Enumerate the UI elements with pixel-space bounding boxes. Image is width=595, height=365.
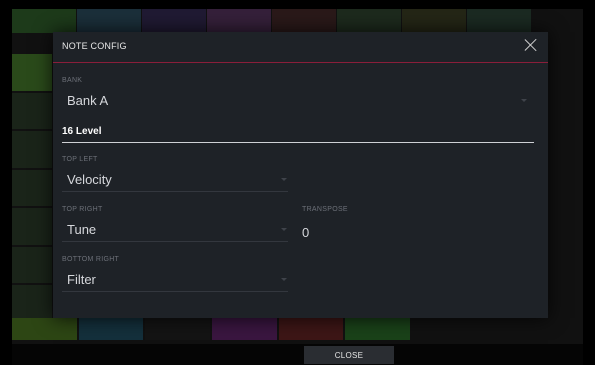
transpose-label: TRANSPOSE	[302, 206, 348, 213]
dialog-header: NOTE CONFIG	[53, 32, 548, 63]
background-pad	[345, 318, 411, 340]
background-pad	[272, 9, 336, 33]
background-pad	[207, 9, 271, 33]
background-bottom-pads	[12, 318, 412, 340]
background-pad	[212, 318, 277, 340]
bottom-right-underline	[62, 291, 288, 292]
section-divider	[62, 142, 534, 143]
background-pad	[467, 9, 531, 33]
section-title: 16 Level	[62, 126, 102, 137]
chevron-down-icon	[281, 278, 287, 281]
close-icon[interactable]	[524, 38, 538, 52]
background-track	[12, 54, 52, 91]
background-pad	[77, 9, 141, 33]
background-pad	[78, 318, 144, 340]
background-pad	[145, 318, 211, 340]
chevron-down-icon	[281, 178, 287, 181]
top-right-underline	[62, 241, 288, 242]
background-track	[12, 246, 52, 284]
bottom-bar: CLOSE	[12, 344, 583, 365]
bank-label: BANK	[62, 77, 83, 84]
background-track	[12, 169, 52, 207]
top-right-select[interactable]: Tune	[67, 222, 96, 237]
top-left-underline	[62, 191, 288, 192]
top-right-label: TOP RIGHT	[62, 206, 103, 213]
background-pad	[12, 9, 76, 33]
note-config-dialog: NOTE CONFIG BANK Bank A 16 Level TOP LEF…	[53, 32, 548, 318]
background-track	[12, 131, 52, 168]
chevron-down-icon	[521, 99, 527, 102]
background-track	[12, 208, 52, 245]
background-track-list	[12, 54, 52, 324]
bottom-right-label: BOTTOM RIGHT	[62, 256, 120, 263]
dialog-title: NOTE CONFIG	[62, 41, 127, 51]
background-pad	[337, 9, 401, 33]
background-pad	[402, 9, 466, 33]
background-pad	[142, 9, 206, 33]
background-track	[12, 92, 52, 130]
bottom-right-select[interactable]: Filter	[67, 272, 96, 287]
bank-select[interactable]: Bank A	[67, 93, 108, 108]
app-frame: NOTE CONFIG BANK Bank A 16 Level TOP LEF…	[0, 0, 595, 365]
background-pad	[12, 318, 77, 340]
close-button[interactable]: CLOSE	[304, 346, 394, 364]
chevron-down-icon	[281, 228, 287, 231]
transpose-value[interactable]: 0	[302, 225, 309, 240]
top-left-label: TOP LEFT	[62, 156, 98, 163]
background-track	[12, 285, 52, 323]
background-pad-row	[12, 9, 532, 33]
background-pad	[278, 318, 344, 340]
top-left-select[interactable]: Velocity	[67, 172, 112, 187]
